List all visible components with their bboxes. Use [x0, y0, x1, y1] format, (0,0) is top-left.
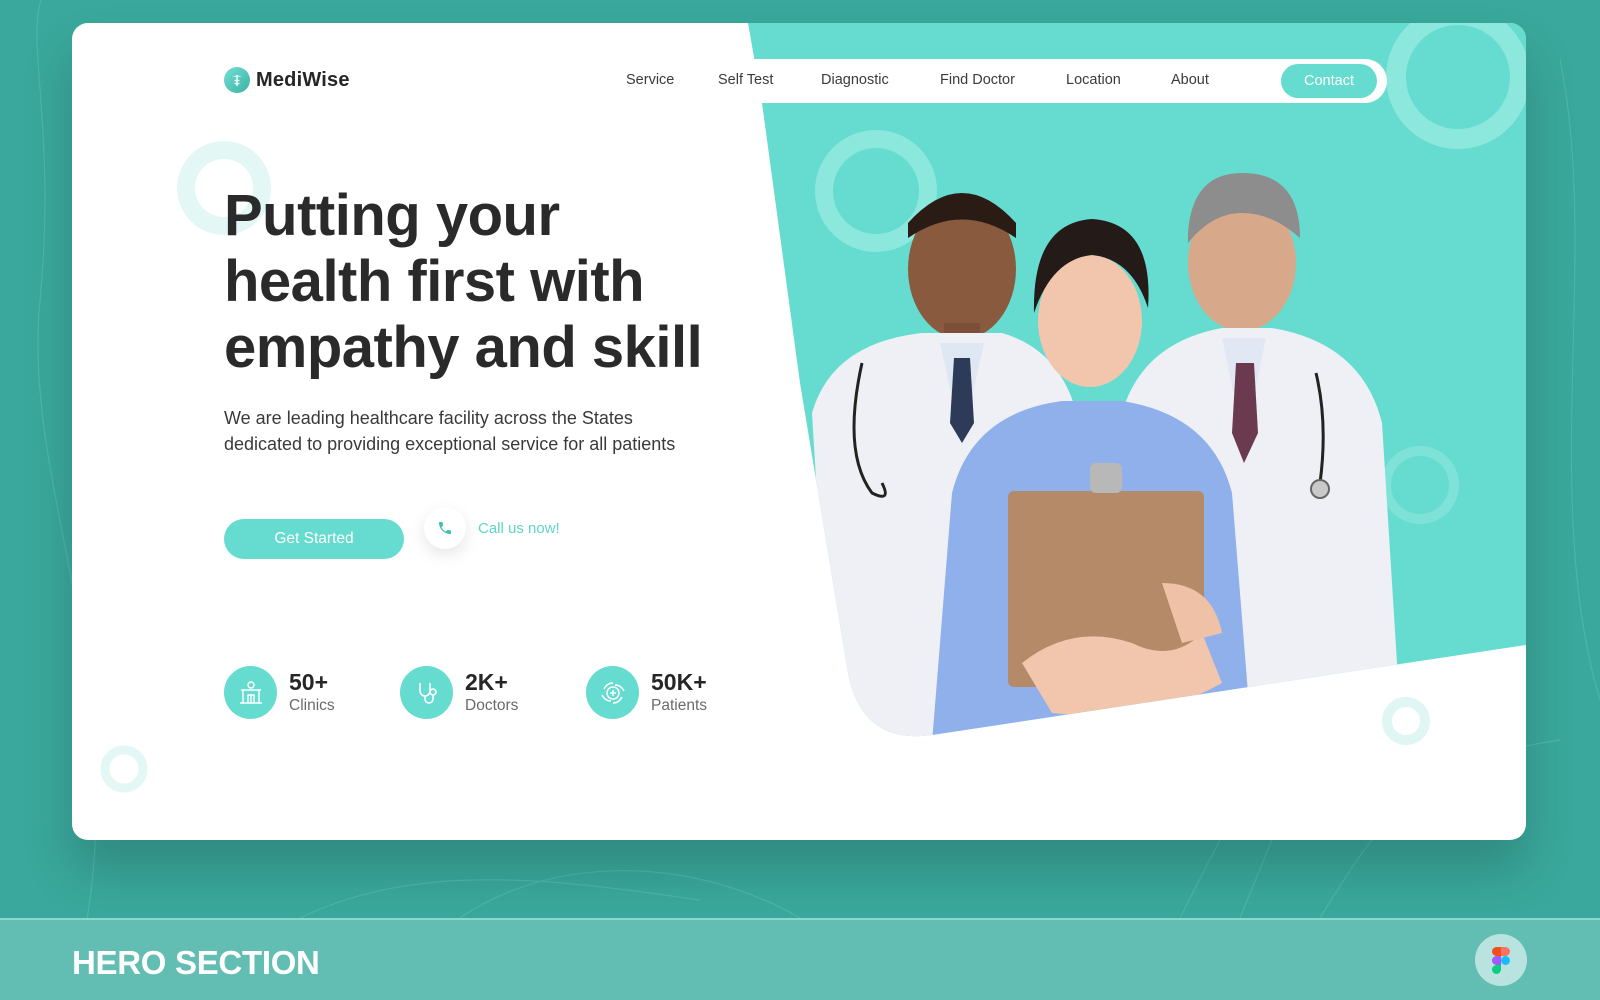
stat-label: Patients — [651, 696, 708, 714]
main-nav: Service Self Test Diagnostic Find Doctor… — [617, 59, 1387, 103]
get-started-button[interactable]: Get Started — [224, 519, 404, 559]
headline-line: Putting your — [224, 183, 560, 248]
nav-item-find-doctor[interactable]: Find Doctor — [940, 72, 1015, 88]
care-hands-icon — [586, 666, 639, 719]
phone-icon — [424, 507, 466, 549]
stat-value: 2K+ — [465, 668, 508, 695]
headline-line: health first with — [224, 249, 645, 314]
contact-button[interactable]: Contact — [1281, 64, 1377, 98]
nav-item-about[interactable]: About — [1171, 72, 1209, 88]
hero-headline: Putting your health first with empathy a… — [224, 183, 784, 381]
call-us-label: Call us now! — [478, 519, 560, 537]
stat-label: Clinics — [289, 696, 335, 714]
nav-item-diagnostic[interactable]: Diagnostic — [821, 72, 889, 88]
brand-logo[interactable]: MediWise — [224, 67, 350, 93]
stat-value: 50K+ — [651, 668, 707, 695]
call-us-link[interactable]: Call us now! — [424, 507, 560, 549]
subtext-line: We are leading healthcare facility acros… — [224, 408, 633, 428]
stat-patients: 50K+ Patients — [586, 666, 707, 719]
nav-item-service[interactable]: Service — [626, 72, 674, 88]
clinic-building-icon — [224, 666, 277, 719]
figma-icon[interactable] — [1475, 934, 1527, 986]
hero-subtext: We are leading healthcare facility acros… — [224, 405, 744, 457]
section-label-bar: HERO SECTION — [0, 918, 1600, 1000]
stat-clinics: 50+ Clinics — [224, 666, 335, 719]
stat-value: 50+ — [289, 668, 329, 695]
hero-card: MediWise Service Self Test Diagnostic Fi… — [72, 23, 1526, 840]
section-title: HERO SECTION — [72, 944, 320, 981]
stat-doctors: 2K+ Doctors — [400, 666, 518, 719]
nav-item-location[interactable]: Location — [1066, 72, 1121, 88]
stethoscope-icon — [400, 666, 453, 719]
small-ring-bottom-right — [1382, 697, 1430, 745]
brand-name: MediWise — [256, 68, 350, 91]
headline-line: empathy and skill — [224, 315, 703, 380]
caduceus-icon — [224, 67, 250, 93]
ring-bottom-left — [100, 745, 148, 793]
nav-item-self-test[interactable]: Self Test — [718, 72, 773, 88]
subtext-line: dedicated to providing exceptional servi… — [224, 434, 676, 454]
stat-label: Doctors — [465, 696, 519, 714]
